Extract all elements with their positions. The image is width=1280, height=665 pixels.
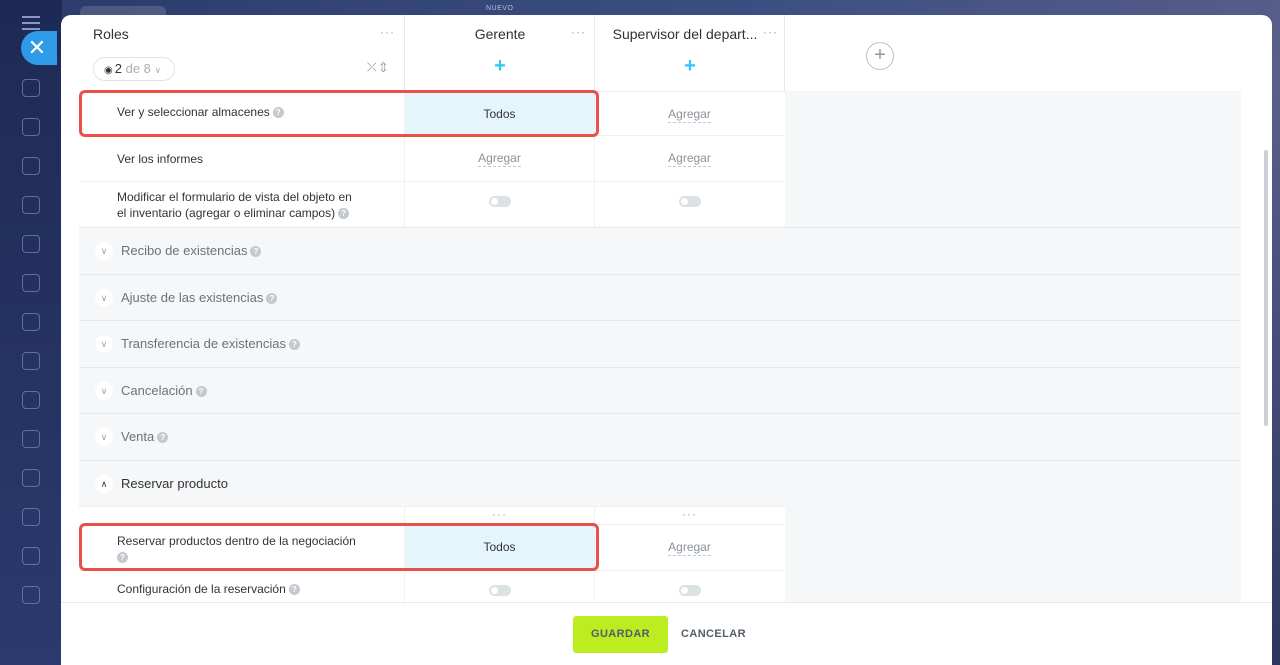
permission-value[interactable]: Agregar	[594, 525, 784, 570]
menu-icon[interactable]	[22, 16, 40, 30]
toggle-switch[interactable]	[678, 196, 701, 207]
new-badge: NUEVO	[486, 5, 514, 12]
role-more-icon[interactable]: ···	[763, 25, 778, 39]
permission-toggle[interactable]	[404, 571, 594, 602]
card-icon[interactable]	[22, 352, 40, 370]
add-member-plus-icon[interactable]: +	[680, 56, 700, 77]
settings-icon[interactable]	[22, 196, 40, 214]
help-icon[interactable]: ?	[288, 584, 300, 595]
board-icon[interactable]	[22, 313, 40, 331]
file-icon[interactable]	[22, 274, 40, 292]
permissions-table: Roles ··· ◉ 2 de 8 ∨ ⤫ ⇕ Gerente ··· + Su…	[79, 15, 1241, 602]
store-icon[interactable]	[22, 547, 40, 565]
empty-header: +	[785, 15, 1241, 91]
section-title: Reservar producto	[121, 476, 228, 491]
chevron-down-icon[interactable]: ∨	[95, 382, 113, 400]
annotation-highlight	[79, 523, 599, 571]
permission-value[interactable]: Agregar	[594, 92, 784, 137]
filter-icon[interactable]	[22, 508, 40, 526]
permission-toggle[interactable]	[594, 571, 784, 602]
toggle-switch[interactable]	[488, 585, 511, 596]
permission-label: Configuración de la reservación?	[117, 581, 300, 597]
rail-icon-last[interactable]	[22, 586, 40, 604]
add-role-plus-icon[interactable]: +	[866, 42, 894, 70]
calendar-icon[interactable]	[22, 235, 40, 253]
permission-label: Ver los informes	[117, 152, 204, 166]
section-recibo[interactable]: ∨ Recibo de existencias?	[79, 227, 1241, 273]
left-rail: ✕	[0, 0, 62, 665]
contacts-icon[interactable]	[22, 430, 40, 448]
chat-icon[interactable]	[22, 118, 40, 136]
section-title: Transferencia de existencias?	[121, 336, 300, 351]
section-title: Recibo de existencias?	[121, 243, 262, 258]
roles-counter[interactable]: ◉ 2 de 8 ∨	[93, 57, 175, 81]
table-row: Ver los informes Agregar Agregar	[79, 135, 785, 181]
role-more-icon[interactable]: ···	[594, 507, 784, 524]
section-title: Venta?	[121, 429, 169, 444]
counter-of: de 8	[125, 61, 151, 76]
scrollbar[interactable]	[1264, 150, 1268, 426]
chevron-up-icon[interactable]: ∧	[95, 475, 113, 493]
section-title: Cancelación?	[121, 383, 207, 398]
role-more-icon[interactable]: ···	[404, 507, 594, 524]
subheader-row: ··· ···	[79, 506, 785, 524]
section-cancelacion[interactable]: ∨ Cancelación?	[79, 367, 1241, 413]
role-column-gerente: Gerente ··· +	[404, 15, 594, 91]
footer-bar: GUARDAR CANCELAR	[61, 602, 1272, 665]
table-row: Configuración de la reservación?	[79, 570, 785, 602]
role-more-icon[interactable]: ···	[571, 25, 586, 39]
add-member-plus-icon[interactable]: +	[490, 56, 510, 77]
mail-icon[interactable]	[22, 391, 40, 409]
section-ajuste[interactable]: ∨ Ajuste de las existencias?	[79, 274, 1241, 320]
permission-toggle[interactable]	[594, 182, 784, 227]
role-column-supervisor: Supervisor del depart... ··· +	[594, 15, 785, 91]
chevron-down-icon[interactable]: ∨	[95, 242, 113, 260]
chevron-down-icon[interactable]: ∨	[95, 335, 113, 353]
roles-title: Roles	[93, 26, 129, 42]
chevron-down-icon: ∨	[154, 65, 162, 75]
help-icon[interactable]: ?	[250, 246, 262, 257]
counter-current: 2	[114, 61, 122, 76]
role-name-supervisor: Supervisor del depart...	[612, 26, 758, 42]
section-venta[interactable]: ∨ Venta?	[79, 413, 1241, 459]
permission-value[interactable]: Agregar	[404, 136, 594, 181]
help-icon[interactable]: ?	[266, 293, 278, 304]
table-row: Modificar el formulario de vista del obj…	[79, 181, 785, 227]
permission-label: Modificar el formulario de vista del obj…	[117, 190, 352, 220]
toggle-switch[interactable]	[488, 196, 511, 207]
annotation-highlight	[79, 90, 599, 137]
permission-toggle[interactable]	[404, 182, 594, 227]
roles-header: Roles ··· ◉ 2 de 8 ∨ ⤫ ⇕	[79, 15, 404, 91]
permissions-panel: Roles ··· ◉ 2 de 8 ∨ ⤫ ⇕ Gerente ··· + Su…	[61, 15, 1272, 665]
help-icon[interactable]: ?	[289, 339, 300, 350]
tasks-icon[interactable]	[22, 469, 40, 487]
save-button[interactable]: GUARDAR	[573, 616, 668, 653]
chevron-down-icon[interactable]: ∨	[95, 428, 113, 446]
roles-more-icon[interactable]: ···	[380, 25, 395, 39]
collapse-expand-icon[interactable]: ⤫ ⇕	[367, 60, 387, 75]
section-title: Ajuste de las existencias?	[121, 290, 278, 305]
document-icon[interactable]	[22, 157, 40, 175]
role-name-gerente: Gerente	[474, 26, 526, 42]
help-icon[interactable]: ?	[195, 386, 207, 397]
section-reservar[interactable]: ∧ Reservar producto	[79, 460, 1241, 506]
rail-icon-1[interactable]	[22, 79, 40, 97]
help-icon[interactable]: ?	[338, 208, 350, 219]
help-icon[interactable]: ?	[157, 432, 169, 443]
chevron-down-icon[interactable]: ∨	[95, 289, 113, 307]
toggle-switch[interactable]	[678, 585, 701, 596]
close-slider-button[interactable]: ✕	[21, 31, 57, 65]
section-transferencia[interactable]: ∨ Transferencia de existencias?	[79, 320, 1241, 366]
eye-icon: ◉	[104, 65, 113, 76]
cancel-button[interactable]: CANCELAR	[681, 616, 746, 653]
permission-value[interactable]: Agregar	[594, 136, 784, 181]
